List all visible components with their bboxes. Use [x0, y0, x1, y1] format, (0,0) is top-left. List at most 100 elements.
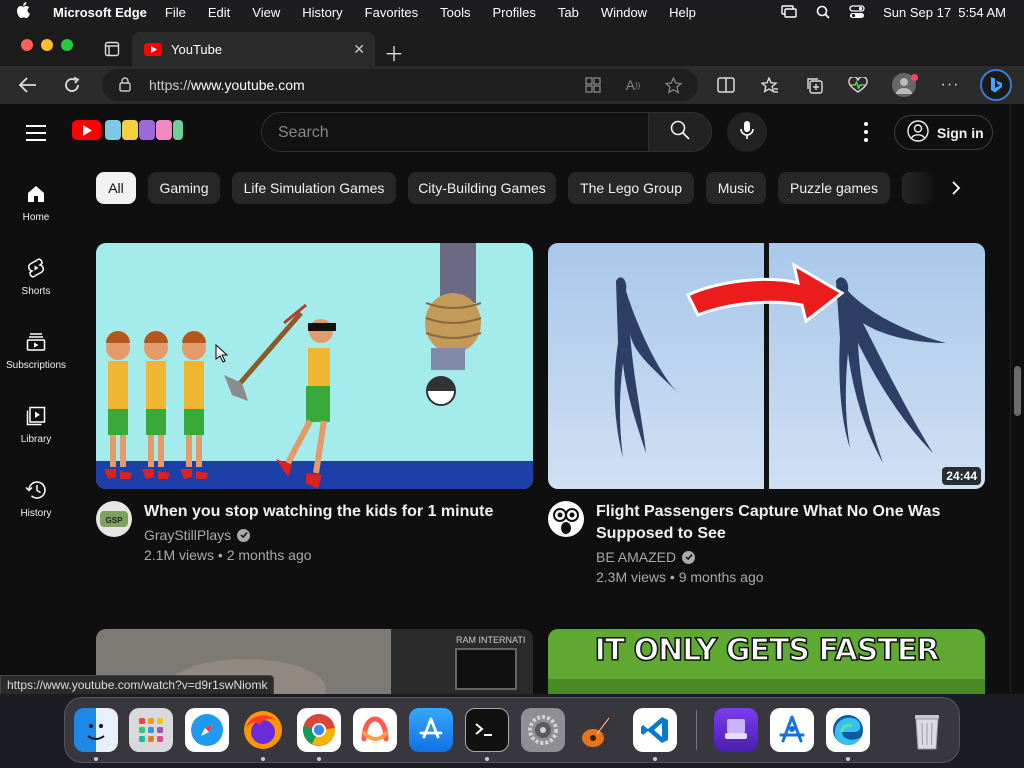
chip-next-chevron-icon[interactable] — [940, 176, 972, 200]
youtube-logo[interactable] — [72, 120, 183, 140]
finder-icon[interactable] — [74, 708, 118, 752]
menu-history[interactable]: History — [302, 5, 342, 20]
firefox-icon[interactable] — [241, 708, 285, 752]
menu-help[interactable]: Help — [669, 5, 696, 20]
garageband-icon[interactable] — [577, 708, 621, 752]
page-scrollbar[interactable] — [1010, 104, 1024, 694]
refresh-icon[interactable] — [62, 75, 82, 95]
bing-copilot-icon[interactable] — [980, 69, 1012, 101]
verified-check-icon — [237, 528, 251, 542]
search-icon — [670, 120, 690, 145]
tab-close-icon[interactable]: ✕ — [353, 41, 365, 58]
chip-city-building-games[interactable]: City-Building Games — [408, 172, 556, 204]
nav-subscriptions[interactable]: Subscriptions — [0, 330, 72, 390]
sign-in-button[interactable]: Sign in — [894, 115, 993, 150]
menu-view[interactable]: View — [252, 5, 280, 20]
apple-icon[interactable] — [16, 2, 38, 22]
chip-gaming[interactable]: Gaming — [148, 172, 220, 204]
menu-file[interactable]: File — [165, 5, 186, 20]
video-thumbnail[interactable]: 24:44 — [548, 243, 985, 489]
simulator-icon[interactable] — [714, 708, 758, 752]
settings-kebab-icon[interactable] — [858, 122, 874, 142]
svg-text:GSP: GSP — [106, 516, 124, 525]
settings-more-icon[interactable]: ··· — [940, 75, 960, 95]
chrome-icon[interactable] — [297, 708, 341, 752]
youtube-doodle-icon — [105, 120, 183, 140]
subscriptions-icon — [24, 330, 48, 354]
window-close-button[interactable] — [21, 39, 33, 51]
collections-icon[interactable] — [804, 75, 824, 95]
favorite-star-icon[interactable] — [664, 76, 682, 94]
launchpad-icon[interactable] — [129, 708, 173, 752]
menu-window[interactable]: Window — [601, 5, 647, 20]
back-arrow-icon[interactable] — [18, 75, 38, 95]
profile-notification-dot — [911, 74, 918, 81]
video-thumbnail[interactable] — [96, 243, 533, 489]
instruments-icon[interactable] — [770, 708, 814, 752]
account-circle-icon — [907, 120, 929, 145]
channel-avatar[interactable] — [548, 501, 584, 537]
menubar-clock[interactable]: Sun Sep 17 5:54 AM — [883, 5, 1006, 20]
video-card[interactable]: 24:44 Flight Passengers Capture What No … — [548, 243, 985, 585]
nav-home[interactable]: Home — [0, 182, 72, 242]
app-store-icon[interactable] — [409, 708, 453, 752]
chip-puzzle-games[interactable]: Puzzle games — [778, 172, 890, 204]
system-settings-icon[interactable] — [521, 708, 565, 752]
workspaces-icon[interactable] — [104, 41, 120, 62]
channel-name[interactable]: GrayStillPlays — [144, 527, 533, 543]
visual-studio-code-icon[interactable] — [633, 708, 677, 752]
lock-icon[interactable] — [119, 77, 131, 97]
nav-shorts[interactable]: Shorts — [0, 256, 72, 316]
window-minimize-button[interactable] — [41, 39, 53, 51]
scrollbar-thumb[interactable] — [1014, 366, 1021, 416]
microsoft-edge-icon[interactable] — [826, 708, 870, 752]
safari-icon[interactable] — [185, 708, 229, 752]
macos-menubar: Microsoft Edge File Edit View History Fa… — [0, 0, 1024, 24]
search-input[interactable]: Search — [261, 112, 649, 152]
nav-library[interactable]: Library — [0, 404, 72, 464]
library-icon — [24, 404, 48, 428]
video-title[interactable]: Flight Passengers Capture What No One Wa… — [596, 501, 985, 545]
history-icon — [24, 478, 48, 502]
chip-all[interactable]: All — [96, 172, 136, 204]
screen-mirroring-icon[interactable] — [781, 5, 797, 19]
channel-name[interactable]: BE AMAZED — [596, 549, 985, 565]
menu-profiles[interactable]: Profiles — [493, 5, 536, 20]
read-aloud-icon[interactable]: A)) — [624, 76, 642, 94]
browser-essentials-icon[interactable] — [848, 75, 868, 95]
control-center-icon[interactable] — [849, 5, 865, 19]
search-button[interactable] — [648, 112, 712, 152]
video-title[interactable]: When you stop watching the kids for 1 mi… — [144, 501, 533, 523]
menu-edit[interactable]: Edit — [208, 5, 230, 20]
chip-life-simulation-games[interactable]: Life Simulation Games — [232, 172, 396, 204]
menu-favorites[interactable]: Favorites — [365, 5, 418, 20]
menu-tools[interactable]: Tools — [440, 5, 470, 20]
new-tab-icon[interactable]: ＋ — [384, 38, 404, 67]
browser-tab-youtube[interactable]: YouTube ✕ — [132, 32, 375, 66]
address-bar[interactable]: https://www.youtube.com A)) — [102, 69, 698, 101]
video-thumbnail[interactable]: IT ONLY GETS FASTER — [548, 629, 985, 694]
shorts-icon — [24, 256, 48, 280]
app-name-menu[interactable]: Microsoft Edge — [53, 5, 147, 20]
macos-dock — [64, 697, 960, 763]
address-url[interactable]: https://www.youtube.com — [149, 77, 305, 93]
guide-menu-icon[interactable] — [26, 125, 46, 146]
app-available-icon[interactable] — [584, 76, 602, 94]
terminal-icon[interactable] — [465, 708, 509, 752]
voice-search-button[interactable] — [727, 112, 767, 152]
video-stats: 2.1M views • 2 months ago — [144, 547, 312, 563]
chip-music[interactable]: Music — [706, 172, 766, 204]
menu-tab[interactable]: Tab — [558, 5, 579, 20]
split-screen-icon[interactable] — [716, 75, 736, 95]
trash-icon[interactable] — [905, 708, 949, 752]
svg-text:RAM INTERNATI: RAM INTERNATI — [456, 635, 525, 645]
nav-history[interactable]: History — [0, 478, 72, 538]
channel-avatar[interactable]: GSP — [96, 501, 132, 537]
arc-browser-icon[interactable] — [353, 708, 397, 752]
spotlight-search-icon[interactable] — [815, 5, 831, 19]
window-zoom-button[interactable] — [61, 39, 73, 51]
favorites-icon[interactable] — [760, 75, 780, 95]
thumbnail-overlay-text: IT ONLY GETS FASTER — [594, 632, 940, 669]
chip-the-lego-group[interactable]: The Lego Group — [568, 172, 694, 204]
video-card[interactable]: GSP When you stop watching the kids for … — [96, 243, 533, 563]
